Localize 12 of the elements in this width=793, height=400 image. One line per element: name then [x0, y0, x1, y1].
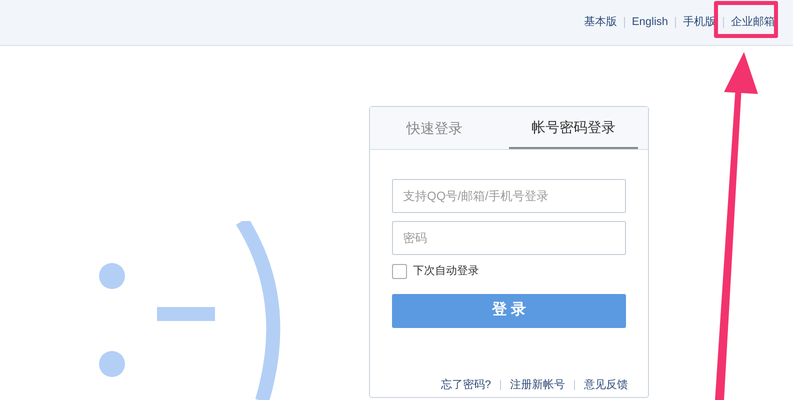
input-field[interactable]: 支持QQ号/邮箱/手机号登录 — [392, 179, 626, 213]
input-field[interactable]: 密码 — [392, 221, 626, 255]
remember-label: 下次自动登录 — [413, 264, 479, 279]
footer-link[interactable]: 忘了密码? — [440, 376, 491, 393]
footer-link[interactable]: 注册新帐号 — [510, 376, 565, 393]
top-link[interactable]: 企业邮箱 — [731, 14, 775, 31]
top-link[interactable]: English — [632, 14, 668, 31]
highlight-frame — [714, 1, 778, 38]
footer-link[interactable]: 意见反馈 — [584, 376, 628, 393]
login-tab[interactable]: 帐号密码登录 — [509, 107, 638, 149]
remember-checkbox[interactable] — [392, 264, 407, 279]
top-link[interactable]: 基本版 — [584, 14, 617, 31]
